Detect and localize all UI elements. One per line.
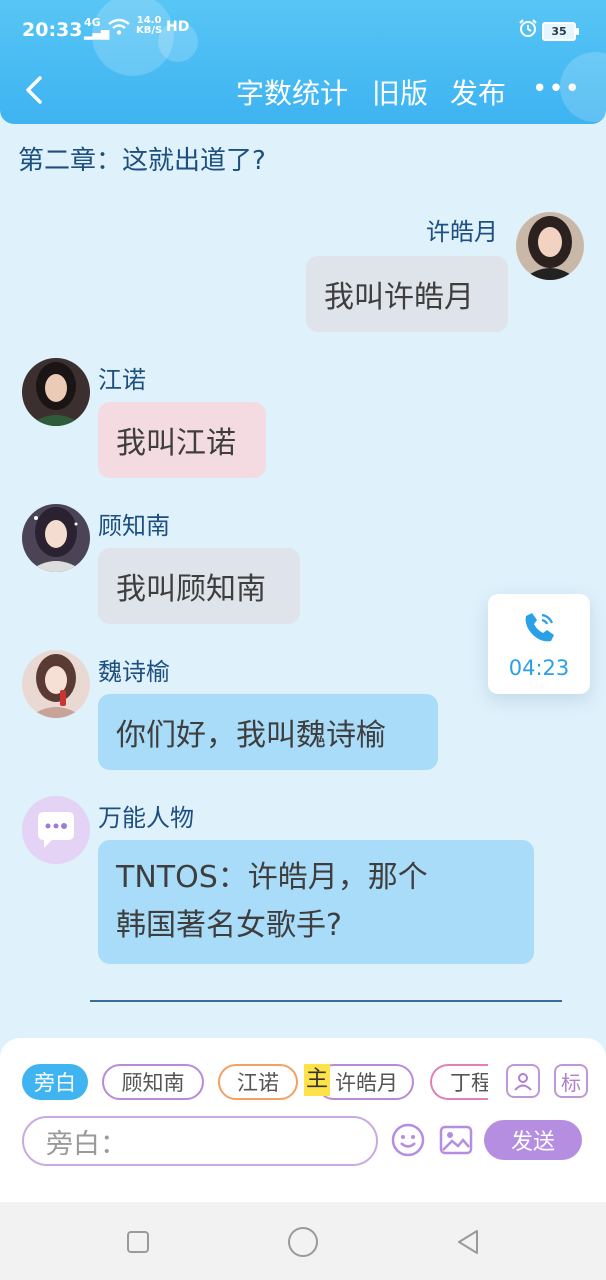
- emoji-icon[interactable]: [390, 1122, 426, 1158]
- phone-icon: [525, 613, 554, 642]
- avatar-universal-character[interactable]: [22, 796, 90, 864]
- recent-apps-icon: [127, 1231, 149, 1253]
- divider: [90, 1000, 562, 1002]
- avatar-xu-haoyue[interactable]: [516, 212, 584, 280]
- message-bubble[interactable]: 我叫江诺: [98, 402, 266, 478]
- protagonist-marker: 主: [304, 1064, 330, 1096]
- character-chip-gu-zhinan[interactable]: 顾知南: [102, 1064, 204, 1100]
- chevron-left-icon: [26, 76, 42, 104]
- nav-bar: 字数统计 旧版 发布 •••: [0, 60, 606, 124]
- sender-name: 许皓月: [426, 218, 498, 246]
- signal-icon: 4G ▂▄▆: [84, 16, 110, 40]
- character-chip-jiang-nuo[interactable]: 江诺: [218, 1064, 298, 1100]
- call-duration: 04:23: [508, 656, 570, 680]
- tag-button[interactable]: 标: [554, 1064, 588, 1098]
- chat-bubble-icon: [22, 796, 90, 864]
- character-manage-icon[interactable]: [506, 1064, 540, 1098]
- publish-button[interactable]: 发布: [450, 72, 506, 112]
- send-button[interactable]: 发送: [484, 1120, 582, 1160]
- system-nav-bar: [0, 1202, 606, 1280]
- sender-name: 江诺: [98, 366, 146, 394]
- old-version-button[interactable]: 旧版: [372, 72, 428, 112]
- avatar-gu-zhinan[interactable]: [22, 504, 90, 572]
- status-time: 20:33: [22, 19, 83, 41]
- message-bubble[interactable]: 我叫顾知南: [98, 548, 300, 624]
- sender-name: 顾知南: [98, 512, 170, 540]
- message-line: 韩国著名女歌手?: [116, 908, 342, 943]
- call-widget[interactable]: 04:23: [488, 594, 590, 694]
- message-input[interactable]: 旁白：: [22, 1116, 378, 1166]
- battery-icon: 35: [542, 22, 579, 41]
- status-bar: 20:33 4G ▂▄▆ 14.0 KB/S HD 35: [0, 0, 606, 60]
- more-options-button[interactable]: •••: [532, 74, 581, 104]
- message-bubble[interactable]: 你们好，我叫魏诗榆: [98, 694, 438, 770]
- top-bar: 20:33 4G ▂▄▆ 14.0 KB/S HD 35 字数统计 旧版 发布 ••…: [0, 0, 606, 124]
- character-chip-xu-haoyue[interactable]: 许皓月: [316, 1064, 414, 1100]
- image-icon[interactable]: [438, 1122, 474, 1158]
- alarm-icon: [518, 18, 538, 43]
- home-icon: [288, 1227, 318, 1257]
- character-chip-narrator[interactable]: 旁白: [22, 1064, 88, 1100]
- message-bubble[interactable]: TNTOS：许皓月，那个 韩国著名女歌手?: [98, 840, 534, 964]
- back-nav-icon: [458, 1230, 478, 1254]
- chapter-title[interactable]: 第二章：这就出道了?: [18, 140, 266, 177]
- hd-indicator: HD: [166, 19, 190, 35]
- word-count-button[interactable]: 字数统计: [236, 72, 348, 112]
- character-chip-ding-cheng[interactable]: 丁程: [430, 1064, 488, 1100]
- network-speed: 14.0 KB/S: [136, 15, 163, 36]
- message-bubble[interactable]: 我叫许皓月: [306, 256, 508, 332]
- avatar-wei-shiyu[interactable]: [22, 650, 90, 718]
- message-line: TNTOS：许皓月，那个: [116, 860, 428, 895]
- sender-name: 魏诗榆: [98, 658, 170, 686]
- wifi-icon: [108, 18, 130, 41]
- sender-name: 万能人物: [98, 804, 194, 832]
- back-button[interactable]: [18, 70, 48, 110]
- avatar-jiang-nuo[interactable]: [22, 358, 90, 426]
